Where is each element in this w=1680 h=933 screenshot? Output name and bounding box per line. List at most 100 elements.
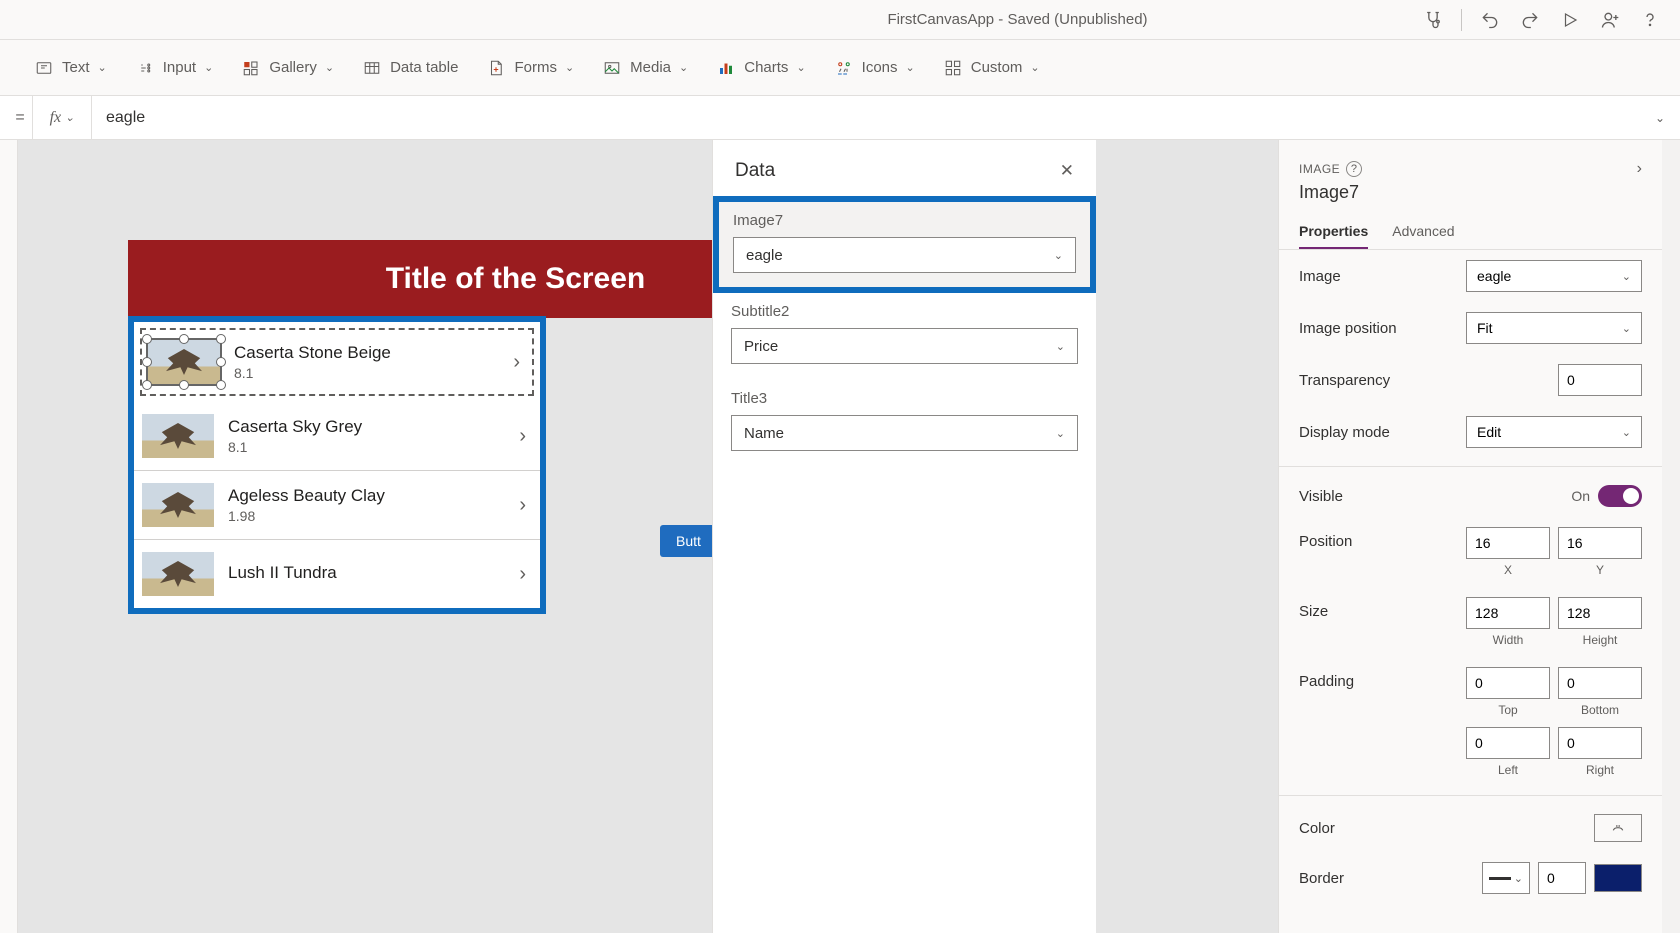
custom-menu[interactable]: Custom ⌄	[933, 52, 1050, 84]
gallery-row[interactable]: Caserta Sky Grey 8.1 ›	[134, 402, 540, 471]
image-control	[142, 552, 214, 596]
chevron-right-icon[interactable]: ›	[513, 351, 526, 374]
prop-size-width[interactable]	[1466, 597, 1550, 629]
data-field-select[interactable]: Price ⌄	[731, 328, 1078, 364]
prop-border-style[interactable]: ⌄	[1482, 862, 1530, 894]
chevron-down-icon: ⌄	[796, 61, 805, 74]
gallery-menu[interactable]: Gallery ⌄	[231, 52, 344, 84]
redo-icon[interactable]	[1512, 2, 1548, 38]
gallery-control[interactable]: Caserta Stone Beige 8.1 › Caserta Sky Gr…	[128, 316, 546, 614]
datatable-button[interactable]: Data table	[352, 52, 468, 84]
control-name: Image7	[1279, 182, 1662, 215]
resize-handle[interactable]	[179, 334, 189, 344]
resize-handle[interactable]	[142, 334, 152, 344]
chevron-right-icon[interactable]: ›	[519, 494, 532, 517]
close-icon[interactable]: ✕	[1060, 161, 1074, 181]
play-icon[interactable]	[1552, 2, 1588, 38]
collapse-panel-button[interactable]: ›	[1637, 160, 1642, 178]
prop-padding-label: Padding	[1299, 667, 1354, 690]
formula-bar: = fx ⌄ ⌄	[0, 96, 1680, 140]
formula-equals: =	[8, 109, 32, 127]
prop-imageposition-select[interactable]: Fit⌄	[1466, 312, 1642, 344]
gallery-item-title: Lush II Tundra	[228, 563, 505, 583]
prop-size-label: Size	[1299, 597, 1328, 620]
chevron-down-icon: ⌄	[906, 61, 915, 74]
prop-transparency-label: Transparency	[1299, 372, 1390, 389]
tab-advanced[interactable]: Advanced	[1392, 215, 1454, 249]
resize-handle[interactable]	[142, 357, 152, 367]
resize-handle[interactable]	[142, 380, 152, 390]
forms-menu[interactable]: Forms ⌄	[476, 52, 584, 84]
forms-label: Forms	[514, 59, 557, 76]
formula-input[interactable]	[92, 96, 1640, 139]
undo-icon[interactable]	[1472, 2, 1508, 38]
gallery-row[interactable]: Lush II Tundra ›	[134, 540, 540, 608]
chevron-right-icon[interactable]: ›	[519, 425, 532, 448]
prop-size-height[interactable]	[1558, 597, 1642, 629]
media-menu[interactable]: Media ⌄	[592, 52, 698, 84]
gallery-row[interactable]: Ageless Beauty Clay 1.98 ›	[134, 471, 540, 540]
datatable-icon	[362, 58, 382, 78]
data-field-label: Subtitle2	[731, 303, 1078, 320]
canvas-button[interactable]: Butt	[660, 525, 717, 557]
custom-label: Custom	[971, 59, 1023, 76]
gallery-template-row[interactable]: Caserta Stone Beige 8.1 ›	[140, 328, 534, 396]
input-menu[interactable]: Input ⌄	[125, 52, 224, 84]
prop-padding-bottom[interactable]	[1558, 667, 1642, 699]
text-icon	[34, 58, 54, 78]
data-panel-title: Data	[735, 160, 775, 182]
fx-button[interactable]: fx ⌄	[32, 96, 92, 139]
resize-handle[interactable]	[216, 357, 226, 367]
prop-color-swatch[interactable]	[1594, 814, 1642, 842]
data-field-select[interactable]: eagle ⌄	[733, 237, 1076, 273]
ribbon-toolbar: Text ⌄ Input ⌄ Gallery ⌄ Data table Form…	[0, 40, 1680, 96]
datatable-label: Data table	[390, 59, 458, 76]
help-icon[interactable]	[1632, 2, 1668, 38]
prop-visible-toggle[interactable]	[1598, 485, 1642, 507]
share-icon[interactable]	[1592, 2, 1628, 38]
resize-handle[interactable]	[216, 334, 226, 344]
scrollbar[interactable]	[1662, 140, 1680, 933]
input-icon	[135, 58, 155, 78]
chevron-right-icon[interactable]: ›	[519, 563, 532, 586]
input-label: Input	[163, 59, 196, 76]
prop-visible-label: Visible	[1299, 488, 1343, 505]
image-control	[142, 414, 214, 458]
formula-expand-button[interactable]: ⌄	[1640, 111, 1680, 125]
resize-handle[interactable]	[179, 380, 189, 390]
text-menu[interactable]: Text ⌄	[24, 52, 117, 84]
prop-border-color[interactable]	[1594, 864, 1642, 892]
prop-padding-top[interactable]	[1466, 667, 1550, 699]
separator	[1461, 9, 1462, 31]
prop-padding-left[interactable]	[1466, 727, 1550, 759]
chevron-down-icon: ⌄	[1056, 427, 1065, 440]
data-field-image7: Image7 eagle ⌄	[713, 196, 1096, 293]
chevron-down-icon: ⌄	[98, 61, 107, 74]
custom-icon	[943, 58, 963, 78]
app-title: FirstCanvasApp - Saved (Unpublished)	[620, 11, 1415, 28]
left-rail	[0, 140, 18, 933]
prop-transparency-input[interactable]	[1558, 364, 1642, 396]
gallery-item-subtitle: 8.1	[228, 439, 505, 455]
prop-displaymode-select[interactable]: Edit⌄	[1466, 416, 1642, 448]
icons-menu[interactable]: Icons ⌄	[824, 52, 925, 84]
prop-padding-right[interactable]	[1558, 727, 1642, 759]
chevron-down-icon: ⌄	[204, 61, 213, 74]
prop-image-select[interactable]: eagle⌄	[1466, 260, 1642, 292]
charts-menu[interactable]: Charts ⌄	[706, 52, 815, 84]
prop-color-label: Color	[1299, 820, 1335, 837]
prop-position-y[interactable]	[1558, 527, 1642, 559]
data-field-select[interactable]: Name ⌄	[731, 415, 1078, 451]
charts-icon	[716, 58, 736, 78]
resize-handle[interactable]	[216, 380, 226, 390]
diagnostics-icon[interactable]	[1415, 2, 1451, 38]
data-panel: Data ✕ Image7 eagle ⌄ Subtitle2 Price ⌄ …	[712, 140, 1096, 933]
prop-imageposition-label: Image position	[1299, 320, 1397, 337]
tab-properties[interactable]: Properties	[1299, 215, 1368, 249]
prop-position-x[interactable]	[1466, 527, 1550, 559]
prop-border-width[interactable]	[1538, 862, 1586, 894]
prop-border-label: Border	[1299, 870, 1344, 887]
forms-icon	[486, 58, 506, 78]
help-icon[interactable]: ?	[1346, 161, 1362, 177]
image-control-selected[interactable]	[148, 340, 220, 384]
